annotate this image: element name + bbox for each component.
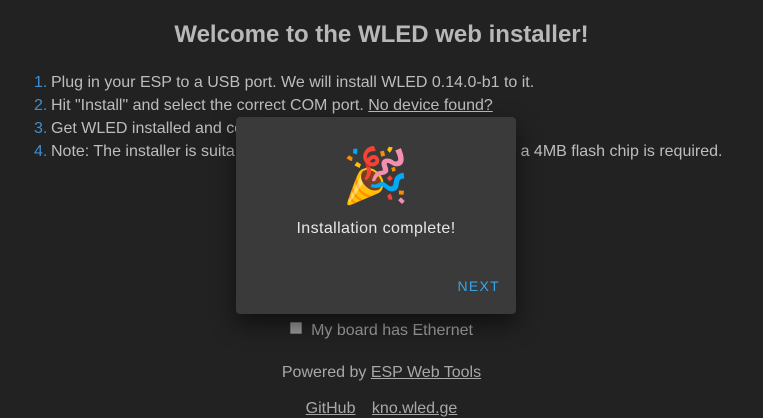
dialog-message: Installation complete! (296, 220, 456, 237)
party-popper-icon: 🎉 (342, 146, 410, 206)
installation-complete-dialog: 🎉 Installation complete! NEXT (236, 117, 516, 314)
next-button[interactable]: NEXT (457, 278, 500, 294)
installer-page: Welcome to the WLED web installer! 1. Plu… (0, 0, 763, 418)
